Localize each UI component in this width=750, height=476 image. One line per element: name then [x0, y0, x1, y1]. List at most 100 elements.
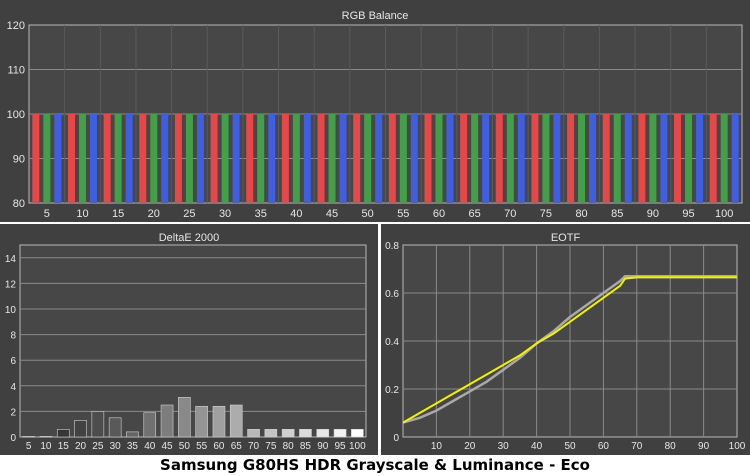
rgb-bar-green	[613, 114, 621, 203]
deltae-x-tick-label: 100	[349, 441, 366, 452]
deltae-x-tick-label: 20	[75, 441, 87, 452]
rgb-bar-red	[531, 114, 539, 203]
deltae-bar	[160, 404, 174, 438]
deltae-bar	[281, 429, 295, 438]
deltae-x-tick-label: 15	[58, 441, 70, 452]
rgb-x-tick-label: 35	[255, 208, 267, 220]
rgb-bar-red	[174, 114, 182, 203]
deltae-y-tick-label: 8	[10, 331, 16, 342]
deltae-x-tick-label: 50	[179, 441, 191, 452]
deltae-bar	[333, 429, 347, 438]
rgb-bar-green	[257, 114, 265, 203]
deltae-bar	[178, 397, 191, 438]
rgb-bar-blue	[624, 114, 632, 203]
eotf-x-tick-label: 10	[431, 441, 443, 452]
rgb-x-tick-label: 45	[326, 208, 338, 220]
rgb-bar-red	[281, 114, 289, 203]
rgb-y-tick-label: 90	[13, 154, 25, 166]
rgb-bar-red	[495, 114, 503, 203]
rgb-bar-red	[246, 114, 254, 203]
rgb-bar-blue	[589, 114, 597, 203]
deltae-x-tick-label: 70	[248, 441, 260, 452]
rgb-bar-green	[78, 114, 86, 203]
rgb-x-tick-label: 90	[647, 208, 659, 220]
rgb-x-tick-label: 100	[715, 208, 733, 220]
rgb-x-tick-label: 80	[575, 208, 587, 220]
rgb-bar-red	[139, 114, 147, 203]
rgb-bar-green	[185, 114, 193, 203]
deltae-x-tick-label: 10	[40, 441, 52, 452]
deltae-x-tick-label: 30	[110, 441, 122, 452]
deltae-y-tick-label: 12	[5, 279, 17, 290]
deltae-bar	[74, 420, 87, 438]
deltae-x-tick-label: 85	[300, 441, 312, 452]
deltae-bar	[22, 436, 35, 438]
rgb-bar-red	[460, 114, 468, 203]
deltae-x-tick-label: 95	[334, 441, 346, 452]
deltae-bar	[264, 429, 278, 438]
rgb-x-tick-label: 85	[611, 208, 623, 220]
deltae-y-tick-label: 14	[5, 254, 17, 265]
rgb-bar-green	[328, 114, 336, 203]
deltae-y-tick-label: 4	[10, 382, 16, 393]
rgb-bar-red	[388, 114, 396, 203]
rgb-bar-red	[567, 114, 575, 203]
deltae-x-tick-label: 65	[231, 441, 243, 452]
rgb-bar-green	[292, 114, 300, 203]
rgb-bar-red	[317, 114, 325, 203]
rgb-x-tick-label: 55	[397, 208, 409, 220]
eotf-x-tick-label: 90	[698, 441, 710, 452]
rgb-bar-blue	[517, 114, 525, 203]
rgb-y-tick-label: 100	[7, 109, 25, 121]
deltae-x-tick-label: 90	[317, 441, 329, 452]
deltae-bar	[39, 436, 53, 438]
deltae-bar	[108, 417, 122, 438]
rgb-bar-red	[602, 114, 610, 203]
rgb-bar-blue	[303, 114, 311, 203]
deltae-bar	[126, 431, 139, 438]
rgb-x-tick-label: 30	[219, 208, 231, 220]
rgb-x-tick-label: 50	[362, 208, 374, 220]
rgb-x-tick-label: 5	[44, 208, 50, 220]
rgb-bar-green	[720, 114, 728, 203]
rgb-bar-green	[649, 114, 657, 203]
chart-canvas: RGB Balance80901001101205 10 15 20 25 30 35 40 4…	[0, 0, 750, 455]
deltae-bar	[195, 405, 208, 438]
deltae-y-tick-label: 0	[10, 433, 16, 444]
eotf-x-tick-label: 80	[665, 441, 677, 452]
rgb-bar-green	[114, 114, 122, 203]
rgb-bar-blue	[232, 114, 240, 203]
rgb-bar-blue	[375, 114, 383, 203]
rgb-y-tick-label: 80	[13, 198, 25, 210]
rgb-x-tick-label: 40	[290, 208, 302, 220]
rgb-bar-blue	[660, 114, 668, 203]
rgb-bar-blue	[125, 114, 133, 203]
rgb-bar-red	[103, 114, 111, 203]
eotf-x-tick-label: 30	[498, 441, 510, 452]
rgb-bar-blue	[196, 114, 204, 203]
rgb-bar-red	[674, 114, 682, 203]
deltae-x-tick-label: 45	[161, 441, 173, 452]
rgb-bar-blue	[339, 114, 347, 203]
deltae-bar	[229, 404, 243, 438]
rgb-bar-blue	[54, 114, 62, 203]
rgb-y-tick-label: 110	[7, 65, 25, 77]
eotf-x-tick-label: 60	[598, 441, 610, 452]
rgb-bar-green	[685, 114, 693, 203]
rgb-bar-blue	[446, 114, 454, 203]
rgb-y-tick-label: 120	[7, 20, 25, 32]
deltae-bar	[299, 429, 312, 438]
rgb-bar-red	[424, 114, 432, 203]
eotf-y-tick-label: 0.8	[385, 241, 399, 252]
eotf-x-tick-label: 100	[729, 441, 746, 452]
deltae-bar	[247, 429, 260, 438]
rgb-bar-green	[43, 114, 51, 203]
rgb-bar-red	[638, 114, 646, 203]
rgb-bar-green	[150, 114, 158, 203]
rgb-x-tick-label: 25	[183, 208, 195, 220]
rgb-bar-green	[578, 114, 586, 203]
figure-caption: Samsung G80HS HDR Grayscale & Luminance …	[160, 456, 590, 474]
rgb-bar-blue	[553, 114, 561, 203]
deltae-x-tick-label: 25	[92, 441, 104, 452]
deltae-x-tick-label: 80	[283, 441, 295, 452]
